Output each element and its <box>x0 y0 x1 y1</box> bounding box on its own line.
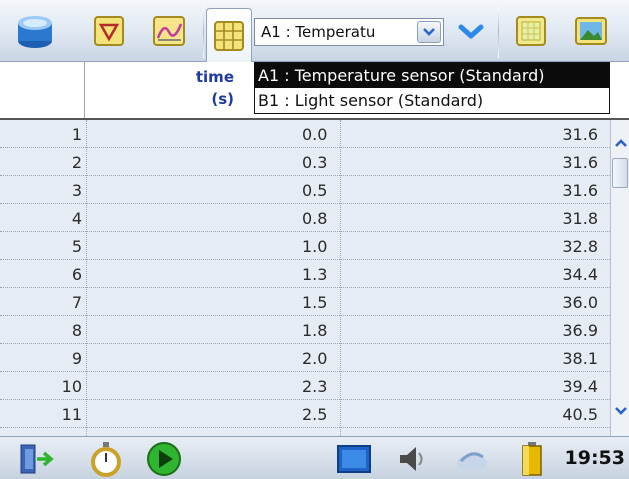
temperature-cell: 31.6 <box>562 153 598 172</box>
temperature-cell: 36.0 <box>562 293 598 312</box>
table-row[interactable]: 3 0.5 31.6 <box>0 176 610 204</box>
row-index: 6 <box>71 265 82 284</box>
taskbar: 19:53 <box>0 436 629 479</box>
battery-icon <box>512 440 552 478</box>
row-index: 5 <box>71 237 82 256</box>
speaker-icon[interactable] <box>392 440 432 478</box>
dropdown-option[interactable]: A1 : Temperature sensor (Standard) <box>255 63 609 88</box>
exit-icon[interactable] <box>16 440 56 478</box>
time-cell: 0.5 <box>302 181 328 200</box>
graph-icon[interactable] <box>146 8 192 54</box>
temperature-cell: 34.4 <box>562 265 598 284</box>
table-row[interactable]: 1 0.0 31.6 <box>0 120 610 148</box>
row-index: 8 <box>71 321 82 340</box>
time-cell: 0.3 <box>302 153 328 172</box>
temperature-cell: 38.1 <box>562 349 598 368</box>
time-cell: 0.0 <box>302 125 328 144</box>
sensor-dropdown-list: A1 : Temperature sensor (Standard) B1 : … <box>254 62 610 114</box>
row-index: 11 <box>61 405 82 424</box>
table-row[interactable]: 2 0.3 31.6 <box>0 148 610 176</box>
expand-chevron-icon[interactable] <box>448 12 494 52</box>
row-index: 4 <box>71 209 82 228</box>
table-row[interactable]: 4 0.8 31.8 <box>0 204 610 232</box>
table-row[interactable]: 9 2.0 38.1 <box>0 344 610 372</box>
column-divider <box>86 120 87 436</box>
play-icon[interactable] <box>144 440 184 478</box>
row-index: 2 <box>71 153 82 172</box>
time-column-unit: (s) <box>211 90 234 108</box>
index-column-header <box>0 62 85 118</box>
time-cell: 0.8 <box>302 209 328 228</box>
table-icon[interactable] <box>206 8 252 62</box>
data-table: 1 0.0 31.6 2 0.3 31.6 3 0.5 31.6 4 0.8 31.8 5 1.0 32.8… <box>0 120 610 436</box>
time-cell: 2.0 <box>302 349 328 368</box>
scrollbar-thumb[interactable] <box>612 158 628 188</box>
screen-icon[interactable] <box>334 440 374 478</box>
time-cell: 2.5 <box>302 405 328 424</box>
time-cell: 1.3 <box>302 265 328 284</box>
row-index: 1 <box>71 125 82 144</box>
temperature-cell: 31.6 <box>562 181 598 200</box>
sensor-select[interactable]: A1 : Temperatu <box>254 18 444 46</box>
row-index: 3 <box>71 181 82 200</box>
table-row[interactable]: 7 1.5 36.0 <box>0 288 610 316</box>
time-cell: 1.5 <box>302 293 328 312</box>
vertical-scrollbar[interactable] <box>610 120 629 436</box>
time-cell: 1.8 <box>302 321 328 340</box>
picture-icon[interactable] <box>568 8 614 54</box>
stopwatch-icon[interactable] <box>86 440 126 478</box>
database-icon[interactable] <box>12 8 58 54</box>
temperature-cell: 40.5 <box>562 405 598 424</box>
temperature-cell: 32.8 <box>562 237 598 256</box>
column-divider <box>340 120 341 436</box>
table-row[interactable]: 8 1.8 36.9 <box>0 316 610 344</box>
row-index: 9 <box>71 349 82 368</box>
time-cell: 2.3 <box>302 377 328 396</box>
table-row[interactable]: 11 2.5 40.5 <box>0 400 610 428</box>
row-index: 10 <box>61 377 82 396</box>
toolbar: A1 : Temperatu <box>0 0 629 62</box>
temperature-cell: 31.8 <box>562 209 598 228</box>
time-column-header[interactable]: time (s) <box>150 66 234 110</box>
table-row[interactable]: 5 1.0 32.8 <box>0 232 610 260</box>
clock: 19:53 <box>564 447 625 469</box>
dropdown-option[interactable]: B1 : Light sensor (Standard) <box>255 88 609 113</box>
connection-icon[interactable] <box>452 440 492 478</box>
temperature-cell: 36.9 <box>562 321 598 340</box>
row-index: 7 <box>71 293 82 312</box>
chevron-down-icon[interactable] <box>417 21 441 43</box>
table-row[interactable]: 6 1.3 34.4 <box>0 260 610 288</box>
sensor-select-value: A1 : Temperatu <box>261 23 376 41</box>
temperature-cell: 31.6 <box>562 125 598 144</box>
sensor-setup-icon[interactable] <box>86 8 132 54</box>
temperature-cell: 39.4 <box>562 377 598 396</box>
table-row[interactable]: 10 2.3 39.4 <box>0 372 610 400</box>
meter-icon[interactable] <box>508 8 554 54</box>
scroll-up-icon[interactable] <box>612 132 629 154</box>
time-column-label: time <box>195 68 234 86</box>
time-cell: 1.0 <box>302 237 328 256</box>
scroll-down-icon[interactable] <box>612 400 629 422</box>
